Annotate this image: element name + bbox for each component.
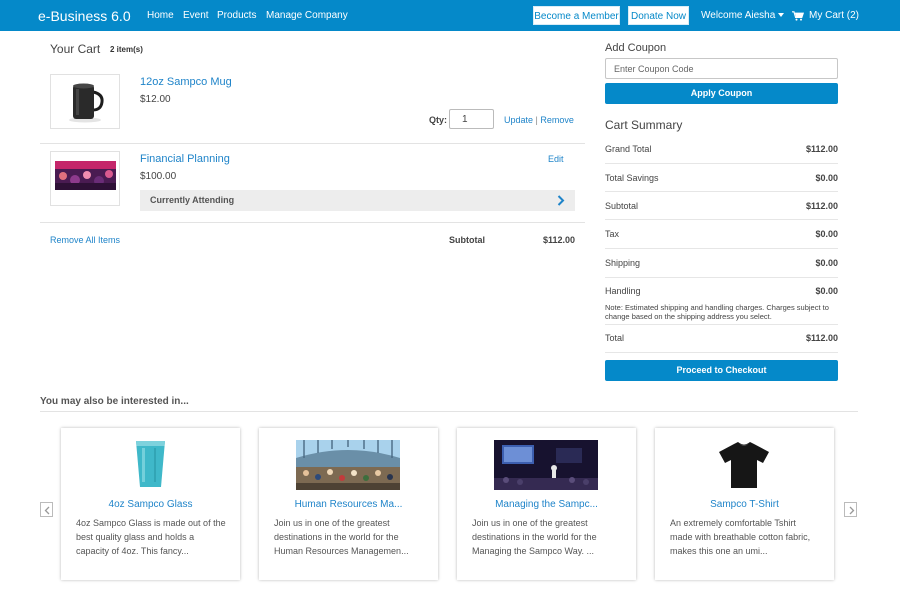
shopping-cart-icon (792, 11, 804, 21)
currently-attending-row[interactable]: Currently Attending (140, 190, 575, 211)
total-savings-value: $0.00 (815, 173, 838, 183)
product-card-description: Join us in one of the greatest destinati… (472, 518, 597, 556)
update-link[interactable]: Update (504, 115, 533, 125)
product-card[interactable]: Managing the Sampc... Join us in one of … (457, 428, 636, 580)
my-cart-link[interactable]: My Cart (2) (792, 10, 859, 22)
summary-subtotal-value: $112.00 (805, 201, 838, 211)
product-card[interactable]: Human Resources Ma... Join us in one of … (259, 428, 438, 580)
summary-divider (605, 163, 838, 164)
cart-item-count: 2 item(s) (110, 45, 143, 54)
mug-image (69, 83, 104, 123)
my-cart-label: My Cart (2) (809, 10, 859, 21)
handling-label: Handling (605, 286, 641, 296)
proceed-to-checkout-button[interactable]: Proceed to Checkout (605, 360, 838, 381)
summary-divider (605, 324, 838, 325)
total-savings-label: Total Savings (605, 173, 659, 183)
action-separator: | (535, 115, 538, 125)
grand-total-value: $112.00 (805, 144, 838, 154)
item-name-mug[interactable]: 12oz Sampco Mug (140, 76, 232, 88)
product-card-title[interactable]: 4oz Sampco Glass (61, 499, 240, 510)
product-card-description: An extremely comfortable Tshirt made wit… (670, 518, 811, 556)
nav-home[interactable]: Home (147, 10, 174, 22)
top-navigation-bar: e-Business 6.0 Home Event Products Manag… (0, 0, 900, 31)
nav-event[interactable]: Event (183, 10, 209, 22)
glass-image (133, 438, 168, 490)
tax-label: Tax (605, 229, 620, 239)
welcome-label: Welcome Aiesha (701, 10, 776, 21)
mug-thumbnail[interactable] (50, 74, 120, 129)
handling-value: $0.00 (815, 286, 838, 296)
item-price-mug: $12.00 (140, 94, 171, 105)
total-value: $112.00 (805, 333, 838, 343)
cart-subtotal-label: Subtotal (449, 235, 485, 245)
remove-link[interactable]: Remove (540, 115, 574, 125)
summary-divider (605, 219, 838, 220)
tshirt-image (717, 440, 771, 490)
cart-footer-divider (40, 222, 585, 223)
item-name-financial-planning[interactable]: Financial Planning (140, 153, 230, 165)
cart-summary-title: Cart Summary (605, 118, 683, 132)
product-card-description: 4oz Sampco Glass is made out of the best… (76, 518, 226, 556)
summary-divider (605, 277, 838, 278)
hr-event-image (296, 440, 400, 490)
nav-products[interactable]: Products (217, 10, 256, 22)
shipping-value: $0.00 (815, 258, 838, 268)
currently-attending-label: Currently Attending (150, 195, 235, 205)
cart-subtotal-value: $112.00 (542, 235, 575, 245)
summary-divider (605, 352, 838, 353)
product-card[interactable]: Sampco T-Shirt An extremely comfortable … (655, 428, 834, 580)
qty-label: Qty: (429, 115, 447, 125)
managing-event-image (494, 440, 598, 490)
user-menu[interactable]: Welcome Aiesha (701, 10, 785, 22)
item-price-financial-planning: $100.00 (140, 171, 177, 182)
event-image (51, 152, 119, 205)
coupon-code-input[interactable] (605, 58, 838, 79)
financial-planning-thumbnail[interactable] (50, 151, 120, 206)
carousel-prev-button[interactable] (40, 502, 53, 517)
chevron-right-icon (557, 195, 565, 206)
site-brand[interactable]: e-Business 6.0 (38, 8, 131, 24)
product-card-description: Join us in one of the greatest destinati… (274, 518, 409, 556)
shipping-label: Shipping (605, 258, 641, 268)
item-divider (40, 143, 585, 144)
remove-all-items-link[interactable]: Remove All Items (50, 235, 120, 245)
become-member-button[interactable]: Become a Member (533, 6, 620, 25)
total-label: Total (605, 333, 625, 343)
recommendations-divider (40, 411, 858, 412)
summary-divider (605, 191, 838, 192)
apply-coupon-button[interactable]: Apply Coupon (605, 83, 838, 104)
recommendations-title: You may also be interested in... (40, 396, 189, 407)
caret-down-icon (778, 13, 785, 18)
product-card-title[interactable]: Managing the Sampc... (457, 499, 636, 510)
grand-total-label: Grand Total (605, 144, 652, 154)
chevron-right-icon (849, 506, 855, 515)
summary-divider (605, 248, 838, 249)
tax-value: $0.00 (815, 229, 838, 239)
edit-link[interactable]: Edit (548, 154, 564, 164)
carousel-next-button[interactable] (844, 502, 857, 517)
chevron-left-icon (44, 506, 50, 515)
add-coupon-title: Add Coupon (605, 42, 667, 54)
product-card-title[interactable]: Sampco T-Shirt (655, 499, 834, 510)
summary-subtotal-label: Subtotal (605, 201, 639, 211)
shipping-note: Note: Estimated shipping and handling ch… (605, 303, 829, 321)
product-card-title[interactable]: Human Resources Ma... (259, 499, 438, 510)
item-actions: Update | Remove (504, 115, 574, 125)
nav-manage-company[interactable]: Manage Company (266, 10, 348, 22)
product-card[interactable]: 4oz Sampco Glass 4oz Sampco Glass is mad… (61, 428, 240, 580)
cart-title: Your Cart (50, 42, 101, 56)
donate-now-button[interactable]: Donate Now (628, 6, 689, 25)
quantity-input[interactable] (449, 109, 494, 129)
